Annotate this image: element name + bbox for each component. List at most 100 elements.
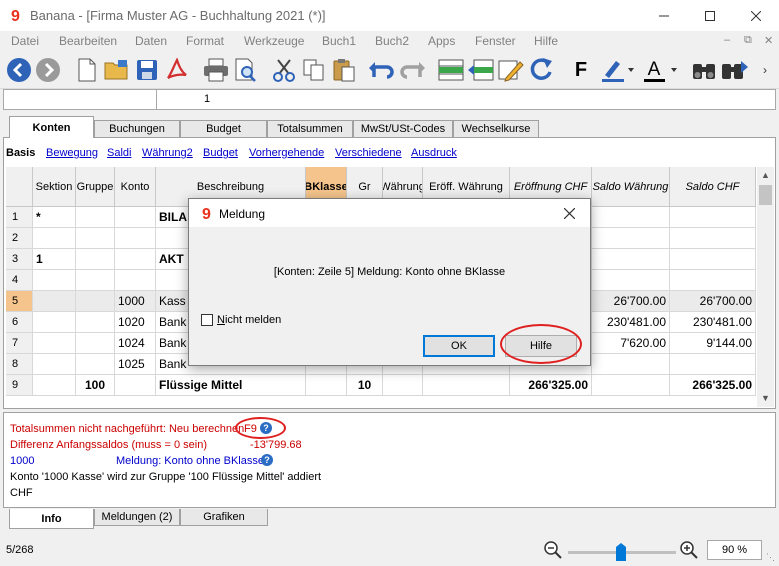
info-bklasse-message[interactable]: Meldung: Konto ohne BKlasse: [116, 455, 264, 467]
menu-fenster[interactable]: Fenster: [475, 34, 516, 48]
ok-button[interactable]: OK: [423, 335, 495, 357]
cell-saldo-waehrung[interactable]: [592, 375, 670, 396]
back-button[interactable]: [5, 56, 33, 84]
cell-konto[interactable]: [115, 228, 156, 249]
scroll-down-icon[interactable]: ▼: [757, 390, 774, 407]
scrollbar-thumb[interactable]: [759, 185, 772, 205]
help-question-icon[interactable]: ?: [261, 454, 273, 466]
row-number[interactable]: 1: [6, 207, 33, 228]
cell-saldo-waehrung[interactable]: [592, 207, 670, 228]
cell-sektion[interactable]: [33, 270, 76, 291]
copy-button[interactable]: [300, 56, 328, 84]
tab-buchungen[interactable]: Buchungen: [94, 120, 180, 137]
find-button[interactable]: [690, 56, 718, 84]
menu-datei[interactable]: Datei: [11, 34, 39, 48]
tab-mwst-codes[interactable]: MwSt/USt-Codes: [353, 120, 453, 137]
cell-sektion[interactable]: [33, 354, 76, 375]
menu-bearbeiten[interactable]: Bearbeiten: [59, 34, 117, 48]
cell-gruppe[interactable]: [76, 249, 115, 270]
menu-hilfe[interactable]: Hilfe: [534, 34, 558, 48]
cell-bklasse[interactable]: [306, 375, 347, 396]
cell-gruppe[interactable]: [76, 291, 115, 312]
cell-saldo-chf[interactable]: [670, 354, 756, 375]
recalculate-button[interactable]: [527, 56, 555, 84]
mdi-restore-button[interactable]: ⧉: [744, 34, 752, 47]
resize-grip-icon[interactable]: ⋱: [766, 552, 775, 563]
close-window-button[interactable]: [733, 0, 779, 31]
column-header-sektion[interactable]: Sektion: [33, 167, 76, 207]
cell-saldo-chf[interactable]: 230'481.00: [670, 312, 756, 333]
cell-eroeffnung-chf[interactable]: 266'325.00: [510, 375, 592, 396]
cell-saldo-chf[interactable]: 266'325.00: [670, 375, 756, 396]
menu-format[interactable]: Format: [186, 34, 224, 48]
zoom-level-field[interactable]: 90 %: [707, 540, 762, 560]
edit-button[interactable]: [497, 56, 525, 84]
cell-gruppe[interactable]: [76, 312, 115, 333]
forward-button[interactable]: [34, 56, 62, 84]
cell-gruppe[interactable]: [76, 270, 115, 291]
view-verschiedene[interactable]: Verschiedene: [335, 147, 402, 159]
mdi-minimize-button[interactable]: –: [724, 34, 730, 46]
menu-buch1[interactable]: Buch1: [322, 34, 356, 48]
view-ausdruck[interactable]: Ausdruck: [411, 147, 457, 159]
cell-konto[interactable]: 1000: [115, 291, 156, 312]
cell-saldo-chf[interactable]: [670, 249, 756, 270]
open-file-button[interactable]: [103, 56, 131, 84]
dialog-close-button[interactable]: [561, 205, 577, 221]
cell-sektion[interactable]: 1: [33, 249, 76, 270]
tab-budget[interactable]: Budget: [180, 120, 267, 137]
view-basis[interactable]: Basis: [6, 147, 35, 159]
menu-daten[interactable]: Daten: [135, 34, 167, 48]
tab-totalsummen[interactable]: Totalsummen: [267, 120, 353, 137]
cell-gruppe[interactable]: [76, 354, 115, 375]
tab-grafiken[interactable]: Grafiken: [180, 509, 268, 526]
menu-werkzeuge[interactable]: Werkzeuge: [244, 34, 304, 48]
row-number[interactable]: 4: [6, 270, 33, 291]
row-number[interactable]: 8: [6, 354, 33, 375]
dont-show-checkbox[interactable]: [201, 314, 213, 326]
move-row-button[interactable]: [467, 56, 495, 84]
bold-button[interactable]: F: [567, 56, 595, 84]
vertical-scrollbar[interactable]: ▲ ▼: [757, 167, 774, 407]
redo-button[interactable]: [398, 56, 426, 84]
cell-waehrung[interactable]: [383, 375, 423, 396]
new-file-button[interactable]: [73, 56, 101, 84]
view-budget[interactable]: Budget: [203, 147, 238, 159]
cell-konto[interactable]: [115, 207, 156, 228]
view-bewegung[interactable]: Bewegung: [46, 147, 98, 159]
dont-show-label[interactable]: Nicht melden: [217, 314, 281, 326]
cell-gr[interactable]: 10: [347, 375, 383, 396]
print-preview-button[interactable]: [232, 56, 260, 84]
cell-saldo-waehrung[interactable]: 7'620.00: [592, 333, 670, 354]
cell-sektion[interactable]: [33, 312, 76, 333]
cell-konto[interactable]: [115, 375, 156, 396]
cell-content-field[interactable]: 1: [204, 93, 210, 105]
menu-buch2[interactable]: Buch2: [375, 34, 409, 48]
cell-konto[interactable]: 1024: [115, 333, 156, 354]
scroll-up-icon[interactable]: ▲: [757, 167, 774, 184]
cell-saldo-waehrung[interactable]: [592, 354, 670, 375]
row-number[interactable]: 9: [6, 375, 33, 396]
row-number[interactable]: 3: [6, 249, 33, 270]
cell-konto[interactable]: [115, 249, 156, 270]
tab-info[interactable]: Info: [9, 509, 94, 529]
cell-saldo-waehrung[interactable]: [592, 270, 670, 291]
cell-konto[interactable]: 1020: [115, 312, 156, 333]
tab-meldungen[interactable]: Meldungen (2): [94, 509, 180, 526]
view-waehrung2[interactable]: Währung2: [142, 147, 193, 159]
menu-apps[interactable]: Apps: [428, 34, 455, 48]
cell-sektion[interactable]: [33, 333, 76, 354]
zoom-in-icon[interactable]: [680, 541, 698, 559]
cell-sektion[interactable]: *: [33, 207, 76, 228]
cell-gruppe[interactable]: 100: [76, 375, 115, 396]
mdi-close-button[interactable]: ✕: [764, 34, 773, 47]
cell-gruppe[interactable]: [76, 228, 115, 249]
cell-saldo-chf[interactable]: [670, 270, 756, 291]
highlight-color-button[interactable]: [598, 56, 636, 84]
undo-button[interactable]: [368, 56, 396, 84]
cell-eroeff-waehrung[interactable]: [423, 375, 510, 396]
maximize-button[interactable]: [687, 0, 733, 31]
row-number[interactable]: 5: [6, 291, 33, 312]
cell-saldo-chf[interactable]: [670, 228, 756, 249]
cell-gruppe[interactable]: [76, 333, 115, 354]
